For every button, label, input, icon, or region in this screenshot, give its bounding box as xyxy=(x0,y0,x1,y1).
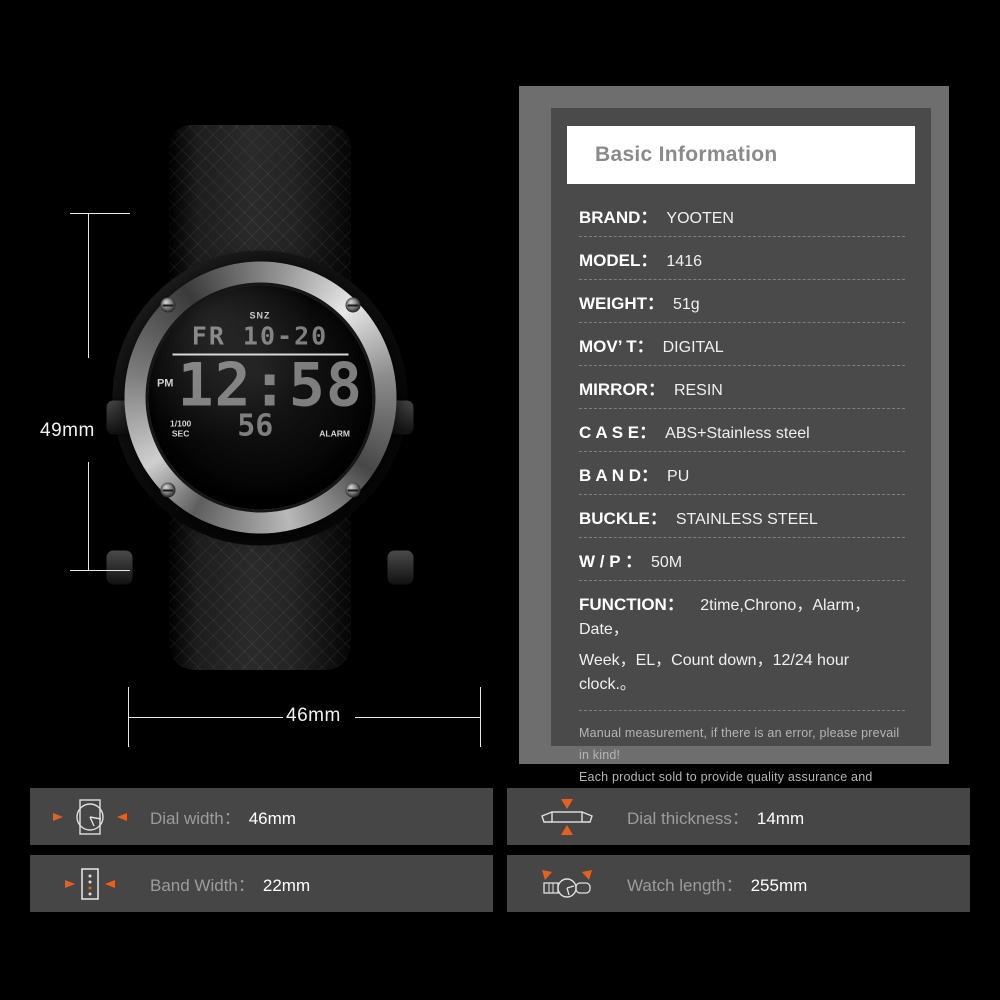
height-tick-top xyxy=(70,213,130,214)
watch-product: SNZ FR 10-20 PM 12:58 1/100 SEC 56 ALARM xyxy=(106,125,414,670)
lcd-snooze-indicator: SNZ xyxy=(249,310,271,321)
feature-card-watch-length: Watch length： 255mm xyxy=(507,855,970,912)
spec-row: MIRROR： RESIN xyxy=(579,366,905,409)
feature-card-dial-thickness: Dial thickness： 14mm xyxy=(507,788,970,845)
lcd-meridiem: PM xyxy=(156,377,174,389)
width-dimension-line xyxy=(128,717,283,718)
watch-photo: SNZ FR 10-20 PM 12:58 1/100 SEC 56 ALARM… xyxy=(0,0,510,770)
panel-title: Basic Information xyxy=(567,126,915,184)
spec-row: BRAND： YOOTEN xyxy=(579,194,905,237)
lcd-date: FR 10-20 xyxy=(191,321,329,351)
width-dimension-line xyxy=(355,717,480,718)
product-spec-image: SNZ FR 10-20 PM 12:58 1/100 SEC 56 ALARM… xyxy=(0,0,1000,1000)
watch-length-icon xyxy=(507,864,627,904)
feature-value: 22mm xyxy=(262,876,311,895)
width-dimension-label: 46mm xyxy=(286,705,341,726)
spec-row-function: FUNCTION： 2time,Chrono，Alarm，Date， Week，… xyxy=(579,595,871,693)
lcd-time: 12:58 xyxy=(177,350,364,421)
height-dimension-line xyxy=(88,462,89,570)
watch-bezel: SNZ FR 10-20 PM 12:58 1/100 SEC 56 ALARM xyxy=(124,261,396,534)
width-tick-right xyxy=(480,687,481,747)
spec-panel: Basic Information BRAND： YOOTEN MODEL： 1… xyxy=(551,108,931,806)
height-tick-bottom xyxy=(70,570,130,571)
feature-card-dial-width: Dial width： 46mm xyxy=(30,788,493,845)
pusher-right-bottom xyxy=(387,550,414,584)
spec-row: MODEL： 1416 xyxy=(579,237,905,280)
width-tick-left xyxy=(128,687,129,747)
spec-row: C A S E： ABS+Stainless steel xyxy=(579,409,905,452)
spec-panel-frame: Basic Information BRAND： YOOTEN MODEL： 1… xyxy=(519,86,949,806)
watch-case: SNZ FR 10-20 PM 12:58 1/100 SEC 56 ALARM xyxy=(106,250,414,584)
height-dimension-label: 49mm xyxy=(40,420,95,441)
spec-row: W / P ： 50M xyxy=(579,538,905,581)
feature-label: Dial width： xyxy=(150,809,241,828)
feature-value: 255mm xyxy=(750,876,808,895)
feature-card-grid: Dial width： 46mm Dial thickness： 14mm Ba… xyxy=(30,788,970,922)
lcd-alarm-label: ALARM xyxy=(319,428,350,439)
dial-width-icon xyxy=(30,797,150,837)
feature-label: Dial thickness： xyxy=(627,809,749,828)
lcd-display: SNZ FR 10-20 PM 12:58 1/100 SEC 56 ALARM xyxy=(157,309,362,487)
pusher-left-bottom xyxy=(106,550,133,584)
spec-row: BUCKLE： STAINLESS STEEL xyxy=(579,495,905,538)
feature-label: Band Width： xyxy=(150,876,255,895)
spec-row: B A N D： PU xyxy=(579,452,905,495)
height-dimension-line xyxy=(88,213,89,358)
feature-value: 46mm xyxy=(248,809,296,828)
spec-row: MOV’ T： DIGITAL xyxy=(579,323,905,366)
band-width-icon xyxy=(30,864,150,904)
feature-card-band-width: Band Width： 22mm xyxy=(30,855,493,912)
lcd-seconds: 56 xyxy=(237,408,274,444)
dial-thickness-icon xyxy=(507,797,627,837)
spec-list: BRAND： YOOTEN MODEL： 1416 WEIGHT： 51g MO… xyxy=(551,184,931,698)
lcd-mode-label: 1/100 SEC xyxy=(170,418,192,439)
feature-value: 14mm xyxy=(756,809,805,828)
spec-row: WEIGHT： 51g xyxy=(579,280,905,323)
feature-label: Watch length： xyxy=(627,876,743,895)
